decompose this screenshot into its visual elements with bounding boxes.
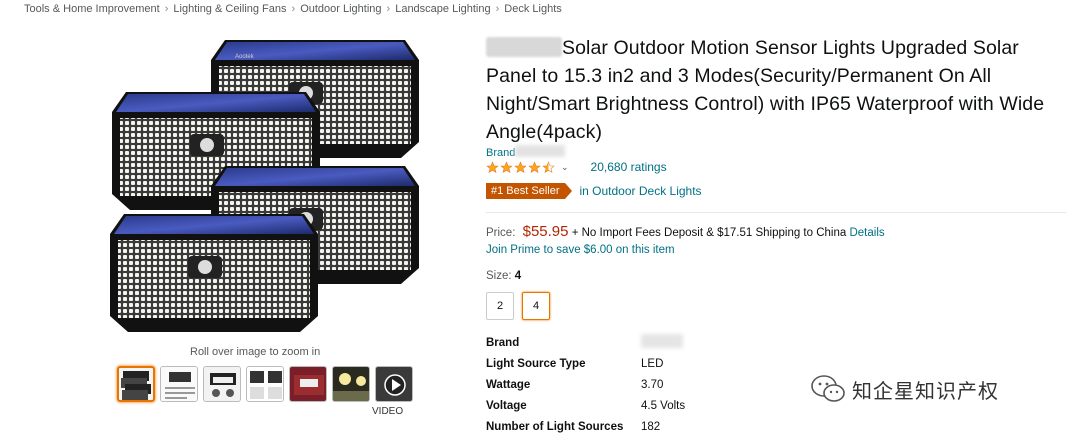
product-title-block: Solar Outdoor Motion Sensor Lights Upgra… <box>486 34 1066 146</box>
spec-row-light-count: Number of Light Sources 182 <box>486 416 685 437</box>
star-full-icon <box>528 160 541 173</box>
thumbnail-3[interactable] <box>203 366 241 402</box>
size-option-2[interactable]: 2 <box>486 292 514 320</box>
light-unit-front-bottom <box>110 214 318 332</box>
spec-key: Number of Light Sources <box>486 420 624 433</box>
prime-offer-link[interactable]: Join Prime to save $6.00 on this item <box>486 244 675 256</box>
thumbnail-5[interactable] <box>289 366 327 402</box>
bestseller-category-link[interactable]: in Outdoor Deck Lights <box>579 184 701 198</box>
size-selected-value: 4 <box>514 270 522 282</box>
thumbnail-2[interactable] <box>160 366 198 402</box>
spec-value: 3.70 <box>641 378 664 391</box>
breadcrumb-item-landscape-lighting[interactable]: Landscape Lighting <box>395 3 490 15</box>
thumbnail-video[interactable] <box>375 366 413 402</box>
thumbnail-4[interactable] <box>246 366 284 402</box>
brand-link[interactable]: Brand <box>486 145 566 159</box>
star-half-icon <box>542 160 555 173</box>
redacted-brand <box>486 37 562 57</box>
spec-key: Brand <box>486 336 520 349</box>
size-label: Size: 4 <box>486 270 521 282</box>
redacted-brand-name <box>515 145 566 157</box>
price-row: Price: $55.95 + No Import Fees Deposit &… <box>486 223 885 240</box>
thumbnail-1[interactable] <box>117 366 155 402</box>
rating-row: ⌄ 20,680 ratings <box>486 160 667 174</box>
spec-value: 4.5 Volts <box>641 399 686 412</box>
brand-mark: Aootek <box>235 54 255 60</box>
breadcrumb-item-tools-home[interactable]: Tools & Home Improvement <box>24 3 160 15</box>
spec-value <box>641 334 683 351</box>
thumbnail-6[interactable] <box>332 366 370 402</box>
spec-key: Voltage <box>486 399 527 412</box>
chevron-down-icon[interactable]: ⌄ <box>561 162 569 173</box>
bestseller-row: #1 Best Seller in Outdoor Deck Lights <box>486 183 702 199</box>
spec-value: 182 <box>641 420 661 433</box>
spec-row-brand: Brand <box>486 332 685 353</box>
size-label-text: Size: <box>486 270 512 282</box>
spec-row-wattage: Wattage 3.70 <box>486 374 685 395</box>
thumbnail-strip <box>117 366 413 402</box>
video-label: VIDEO <box>372 406 404 417</box>
price-label: Price: <box>486 227 516 239</box>
spec-table: Brand Light Source Type LED Wattage 3.70… <box>486 332 685 437</box>
product-title-text: Solar Outdoor Motion Sensor Lights Upgra… <box>486 37 1045 143</box>
watermark-text: 知企星知识产权 <box>852 380 999 403</box>
spec-row-light-source: Light Source Type LED <box>486 353 685 374</box>
breadcrumb-item-lighting-fans[interactable]: Lighting & Ceiling Fans <box>173 3 286 15</box>
redacted-brand-value <box>641 334 683 348</box>
size-option-4[interactable]: 4 <box>522 292 550 320</box>
breadcrumb-separator: › <box>386 3 391 15</box>
spec-key: Wattage <box>486 378 531 391</box>
star-full-icon <box>514 160 527 173</box>
price-value: $55.95 <box>522 223 569 240</box>
spec-value: LED <box>641 357 664 370</box>
zoom-hint: Roll over image to zoom in <box>190 346 321 358</box>
star-full-icon <box>486 160 499 173</box>
breadcrumb-separator: › <box>291 3 296 15</box>
size-selector: 2 4 <box>486 292 550 320</box>
shipping-text: + No Import Fees Deposit & $17.51 Shippi… <box>571 227 847 239</box>
section-divider <box>486 212 1066 213</box>
star-full-icon <box>500 160 513 173</box>
spec-row-voltage: Voltage 4.5 Volts <box>486 395 685 416</box>
star-rating[interactable] <box>486 160 555 174</box>
watermark: 知企星知识产权 <box>810 374 999 404</box>
breadcrumb: Tools & Home Improvement › Lighting & Ceil… <box>24 3 562 15</box>
ratings-count-link[interactable]: 20,680 ratings <box>591 160 667 174</box>
spec-key: Light Source Type <box>486 357 586 370</box>
product-main-image[interactable]: Aootek <box>100 28 440 343</box>
wechat-icon <box>811 375 845 402</box>
breadcrumb-item-deck-lights[interactable]: Deck Lights <box>504 3 561 15</box>
brand-prefix: Brand <box>486 147 516 159</box>
bestseller-badge[interactable]: #1 Best Seller <box>486 183 574 199</box>
breadcrumb-item-outdoor-lighting[interactable]: Outdoor Lighting <box>300 3 381 15</box>
shipping-details-link[interactable]: Details <box>849 227 884 239</box>
product-title: Solar Outdoor Motion Sensor Lights Upgra… <box>486 34 1066 146</box>
breadcrumb-separator: › <box>495 3 500 15</box>
breadcrumb-separator: › <box>164 3 169 15</box>
